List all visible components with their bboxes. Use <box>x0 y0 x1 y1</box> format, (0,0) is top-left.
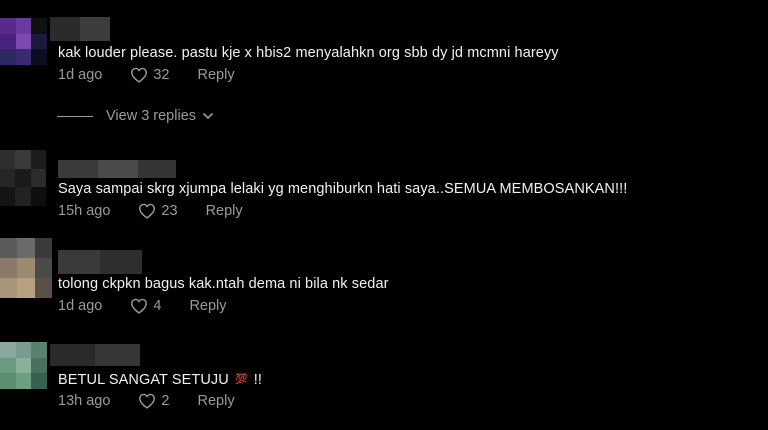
divider-line <box>57 115 93 117</box>
heart-icon <box>139 393 156 409</box>
comment-time: 15h ago <box>58 203 111 219</box>
reply-button[interactable]: Reply <box>198 67 235 83</box>
username-blurred[interactable] <box>58 160 176 178</box>
comment-meta: 13h ago 2 Reply <box>58 393 235 409</box>
comment-time: 13h ago <box>58 393 111 409</box>
comment-meta: 1d ago 32 Reply <box>58 67 235 83</box>
heart-icon <box>131 67 148 83</box>
like-count: 23 <box>161 203 178 219</box>
username-blurred[interactable] <box>50 17 110 41</box>
username-blurred[interactable] <box>58 250 142 274</box>
comment-meta: 15h ago 23 Reply <box>58 203 243 219</box>
like-button[interactable]: 23 <box>138 203 178 219</box>
avatar[interactable] <box>0 238 52 298</box>
like-button[interactable]: 32 <box>130 67 170 83</box>
comment-text: Saya sampai skrg xjumpa lelaki yg menghi… <box>58 181 628 197</box>
view-replies-label: View 3 replies <box>106 108 197 124</box>
heart-icon <box>139 203 156 219</box>
like-count: 2 <box>161 393 170 409</box>
like-button[interactable]: 4 <box>130 298 161 314</box>
hundred-points-emoji: 💯 <box>234 374 248 385</box>
avatar[interactable] <box>0 342 47 389</box>
comment-meta: 1d ago 4 Reply <box>58 298 227 314</box>
avatar[interactable] <box>0 18 47 65</box>
comment-time: 1d ago <box>58 67 103 83</box>
comment-text: kak louder please. pastu kje x hbis2 men… <box>58 45 559 61</box>
reply-button[interactable]: Reply <box>198 393 235 409</box>
reply-button[interactable]: Reply <box>206 203 243 219</box>
like-count: 32 <box>153 67 170 83</box>
like-count: 4 <box>153 298 162 314</box>
view-replies-button[interactable]: View 3 replies <box>57 108 214 124</box>
comment-time: 1d ago <box>58 298 103 314</box>
comment-text: tolong ckpkn bagus kak.ntah dema ni bila… <box>58 276 389 292</box>
comment-text-after: !! <box>253 372 262 388</box>
avatar[interactable] <box>0 150 46 206</box>
comment-text: BETUL SANGAT SETUJU 💯 !! <box>58 372 262 388</box>
like-button[interactable]: 2 <box>138 393 170 409</box>
chevron-down-icon <box>202 112 214 120</box>
heart-icon <box>131 298 148 314</box>
comment-text-before: BETUL SANGAT SETUJU <box>58 372 229 388</box>
username-blurred[interactable] <box>50 344 140 366</box>
reply-button[interactable]: Reply <box>189 298 226 314</box>
